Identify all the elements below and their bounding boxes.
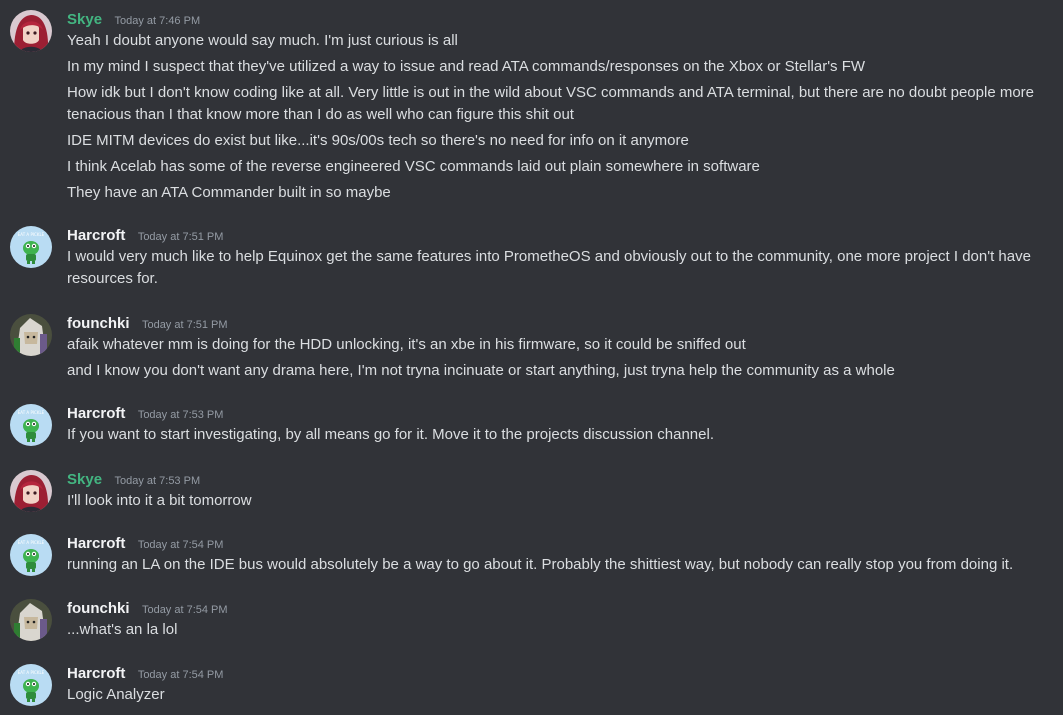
message-header: Harcroft Today at 7:54 PM <box>67 664 223 684</box>
message-text: They have an ATA Commander built in so m… <box>67 184 391 201</box>
svg-text:EAT A PICKLE: EAT A PICKLE <box>18 540 45 545</box>
message-header: Skye Today at 7:53 PM <box>67 470 200 490</box>
message-text: In my mind I suspect that they've utiliz… <box>67 58 866 75</box>
message-text: IDE MITM devices do exist but like...it'… <box>67 132 689 149</box>
avatar[interactable] <box>10 599 52 641</box>
message-text: Logic Analyzer <box>67 686 165 703</box>
timestamp[interactable]: Today at 7:54 PM <box>142 604 228 616</box>
message-text: How idk but I don't know coding like at … <box>67 84 1035 123</box>
timestamp[interactable]: Today at 7:53 PM <box>115 475 201 487</box>
message-text: I think Acelab has some of the reverse e… <box>67 158 760 175</box>
message-text: ...what's an la lol <box>67 621 178 638</box>
username[interactable]: Harcroft <box>67 405 125 422</box>
message-header: founchki Today at 7:54 PM <box>67 599 228 619</box>
message-header: Skye Today at 7:46 PM <box>67 10 200 30</box>
avatar[interactable] <box>10 314 52 356</box>
message-header: founchki Today at 7:51 PM <box>67 314 228 334</box>
founchki-avatar-icon <box>10 599 52 641</box>
message-header: Harcroft Today at 7:54 PM <box>67 534 223 554</box>
message-text: I'll look into it a bit tomorrow <box>67 492 252 509</box>
message-text: Yeah I doubt anyone would say much. I'm … <box>67 32 458 49</box>
message-text: I would very much like to help Equinox g… <box>67 248 1031 287</box>
harcroft-avatar-icon: EAT A PICKLE <box>10 226 52 268</box>
username[interactable]: Harcroft <box>67 535 125 552</box>
username[interactable]: Skye <box>67 11 102 28</box>
skye-avatar-icon <box>10 470 52 512</box>
harcroft-avatar-icon: EAT A PICKLE <box>10 664 52 706</box>
message-header: Harcroft Today at 7:53 PM <box>67 404 223 424</box>
svg-text:EAT A PICKLE: EAT A PICKLE <box>18 670 45 675</box>
avatar[interactable]: EAT A PICKLE <box>10 404 52 446</box>
avatar[interactable]: EAT A PICKLE <box>10 226 52 268</box>
timestamp[interactable]: Today at 7:46 PM <box>115 15 201 27</box>
avatar[interactable] <box>10 10 52 52</box>
username[interactable]: founchki <box>67 315 130 332</box>
username[interactable]: founchki <box>67 600 130 617</box>
message-list: Skye Today at 7:46 PM Yeah I doubt anyon… <box>0 0 1063 715</box>
username[interactable]: Skye <box>67 471 102 488</box>
username[interactable]: Harcroft <box>67 665 125 682</box>
message-text: afaik whatever mm is doing for the HDD u… <box>67 336 746 353</box>
avatar[interactable]: EAT A PICKLE <box>10 664 52 706</box>
avatar[interactable]: EAT A PICKLE <box>10 534 52 576</box>
avatar[interactable] <box>10 470 52 512</box>
message-text: and I know you don't want any drama here… <box>67 362 895 379</box>
timestamp[interactable]: Today at 7:54 PM <box>138 539 224 551</box>
timestamp[interactable]: Today at 7:51 PM <box>138 231 224 243</box>
message-text: If you want to start investigating, by a… <box>67 426 714 443</box>
message-text: running an LA on the IDE bus would absol… <box>67 556 1014 573</box>
skye-avatar-icon <box>10 10 52 52</box>
timestamp[interactable]: Today at 7:54 PM <box>138 669 224 681</box>
svg-text:EAT A PICKLE: EAT A PICKLE <box>18 232 45 237</box>
message-header: Harcroft Today at 7:51 PM <box>67 226 223 246</box>
harcroft-avatar-icon: EAT A PICKLE <box>10 404 52 446</box>
svg-text:EAT A PICKLE: EAT A PICKLE <box>18 410 45 415</box>
timestamp[interactable]: Today at 7:51 PM <box>142 319 228 331</box>
username[interactable]: Harcroft <box>67 227 125 244</box>
founchki-avatar-icon <box>10 314 52 356</box>
harcroft-avatar-icon: EAT A PICKLE <box>10 534 52 576</box>
timestamp[interactable]: Today at 7:53 PM <box>138 409 224 421</box>
